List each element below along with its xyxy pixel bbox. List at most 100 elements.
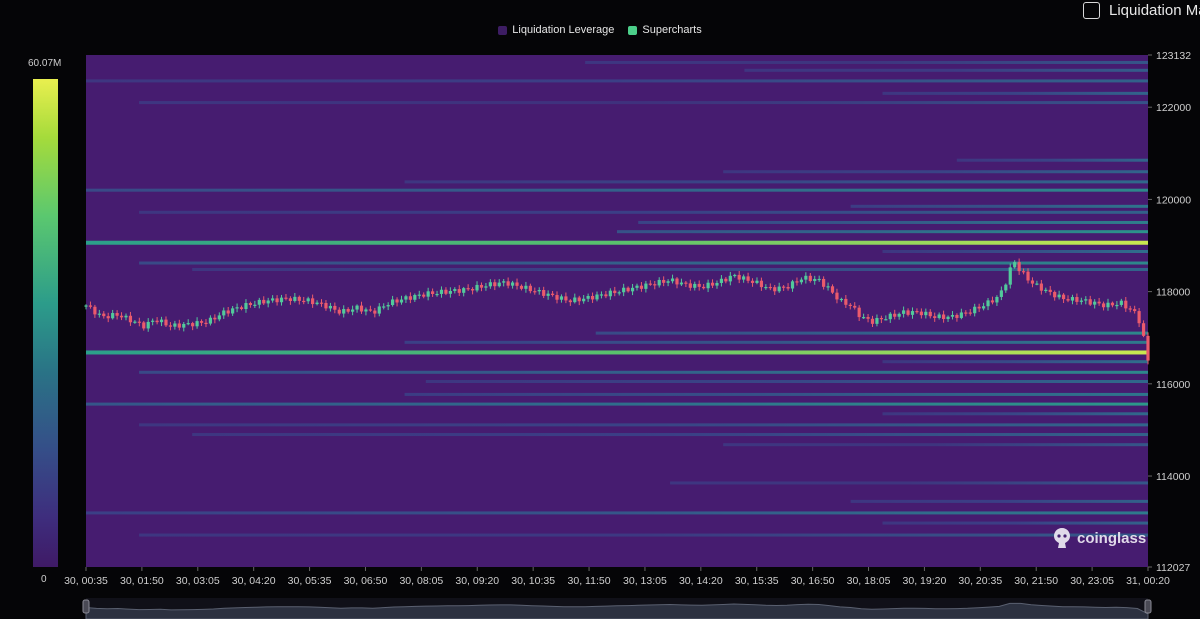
- candle-body: [1057, 294, 1061, 298]
- candle-body: [502, 281, 506, 283]
- candle-body: [786, 287, 790, 289]
- candle-body: [742, 276, 746, 280]
- candle-body: [1106, 302, 1110, 308]
- candle-body: [653, 284, 657, 286]
- candle-body: [97, 313, 101, 315]
- time-navigator[interactable]: [82, 598, 1152, 619]
- navigator-left-handle[interactable]: [82, 599, 90, 614]
- liquidation-band: [595, 331, 1148, 335]
- candle-body: [675, 278, 679, 285]
- candle-body: [568, 300, 572, 303]
- candle-body: [1084, 299, 1088, 301]
- liquidation-band: [86, 402, 1148, 406]
- candle-body: [399, 299, 404, 303]
- candle-body: [493, 282, 497, 287]
- x-tick-label: 30, 16:50: [791, 575, 835, 587]
- candle-body: [1053, 291, 1057, 298]
- candle-body: [617, 292, 621, 294]
- candle-body: [1008, 267, 1012, 285]
- liquidation-band: [404, 340, 1149, 344]
- candle-body: [413, 294, 417, 300]
- liquidation-band: [850, 204, 1148, 208]
- candle-body: [813, 278, 817, 282]
- candle-body: [1048, 289, 1052, 292]
- candle-body: [1030, 280, 1035, 284]
- navigator-right-handle[interactable]: [1144, 599, 1152, 614]
- x-tick-label: 30, 09:20: [455, 575, 499, 587]
- y-tick-label: 120000: [1156, 194, 1191, 206]
- x-tick-label: 30, 03:05: [176, 575, 220, 587]
- candle-body: [435, 293, 439, 296]
- liquidation-band: [956, 158, 1148, 162]
- candle-body: [755, 280, 759, 283]
- candle-body: [710, 282, 715, 286]
- candle-body: [795, 281, 799, 283]
- candle-body: [564, 296, 568, 301]
- candle-body: [542, 289, 546, 296]
- candle-body: [910, 311, 915, 315]
- candle-body: [746, 276, 750, 281]
- candle-body: [1035, 283, 1039, 285]
- candle-body: [862, 317, 866, 319]
- candle-body: [1061, 294, 1066, 300]
- x-tick-label: 30, 15:35: [735, 575, 779, 587]
- candle-body: [902, 310, 906, 314]
- candle-body: [604, 294, 608, 297]
- candle-body: [244, 303, 248, 310]
- candle-body: [662, 279, 666, 283]
- liquidation-band: [86, 188, 1148, 192]
- candle-body: [173, 323, 177, 327]
- candle-body: [657, 279, 661, 286]
- candle-body: [590, 295, 595, 300]
- candle-body: [328, 305, 332, 309]
- candle-body: [257, 299, 261, 305]
- candle-body: [337, 309, 341, 314]
- x-tick-label: 30, 00:35: [64, 575, 108, 587]
- candle-body: [466, 288, 470, 290]
- candle-body: [844, 298, 848, 305]
- candle-body: [1093, 301, 1097, 305]
- candle-body: [857, 307, 861, 318]
- candle-body: [822, 278, 826, 287]
- candle-body: [728, 275, 732, 282]
- liquidation-band: [882, 360, 1148, 364]
- candle-body: [497, 282, 501, 287]
- candle-body: [262, 299, 266, 304]
- candle-body: [848, 304, 852, 306]
- liquidation-band: [139, 101, 1149, 105]
- candle-body: [768, 286, 772, 289]
- candle-body: [439, 289, 444, 294]
- candle-body: [515, 282, 519, 286]
- candle-body: [417, 294, 421, 296]
- candle-body: [448, 290, 452, 294]
- candle-body: [404, 296, 408, 300]
- candle-body: [577, 297, 581, 302]
- candle-body: [177, 323, 181, 328]
- liquidation-band: [585, 60, 1148, 64]
- candle-body: [319, 302, 324, 304]
- candle-body: [453, 289, 457, 291]
- heatmap-chart[interactable]: 123132 122000 120000 118000 116000 114000 1120…: [0, 0, 1200, 619]
- candle-body: [279, 297, 284, 303]
- liquidation-band: [86, 240, 1148, 245]
- candle-body: [359, 305, 364, 312]
- liquidation-band: [882, 91, 1148, 95]
- liquidation-band: [192, 433, 1148, 437]
- y-tick-label: 112027: [1156, 562, 1190, 574]
- candle-body: [182, 323, 186, 328]
- x-tick-label: 30, 23:05: [1070, 575, 1114, 587]
- liquidation-band: [86, 511, 1148, 515]
- candle-body: [213, 317, 217, 320]
- candle-body: [697, 283, 701, 287]
- candle-body: [808, 275, 812, 282]
- x-tick-label: 30, 05:35: [288, 575, 332, 587]
- candle-body: [119, 315, 124, 318]
- y-tick-label: 116000: [1156, 379, 1190, 391]
- liquidation-band: [617, 230, 1148, 234]
- candle-body: [346, 309, 350, 312]
- liquidation-band: [86, 79, 1148, 83]
- candle-body: [293, 296, 297, 301]
- candle-body: [666, 281, 670, 283]
- candle-body: [462, 288, 466, 293]
- x-tick-label: 30, 18:05: [847, 575, 891, 587]
